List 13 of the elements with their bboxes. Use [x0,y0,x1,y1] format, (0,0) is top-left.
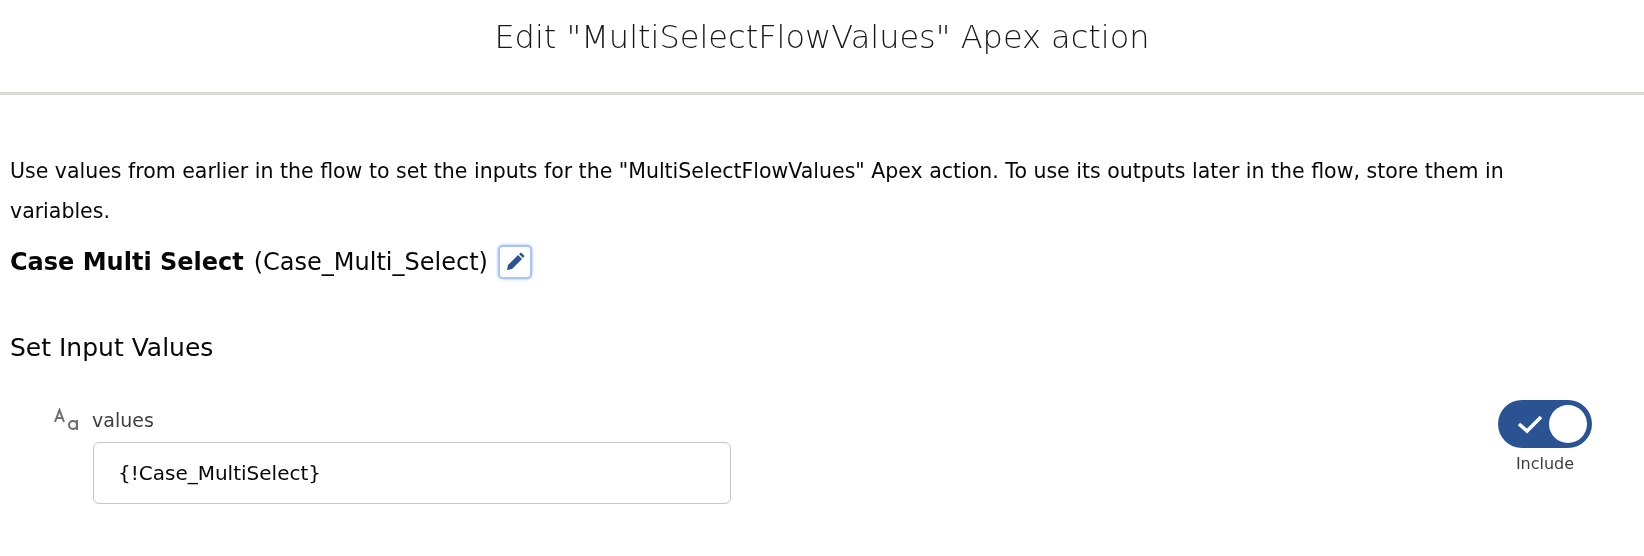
api-name: (Case_Multi_Select) [253,248,488,276]
action-label: Case Multi Select [10,248,244,276]
check-icon [1516,414,1544,434]
edit-button[interactable] [497,245,532,279]
text-type-icon [54,408,80,432]
toggle-label: Include [1515,454,1575,473]
pencil-icon [504,252,525,272]
section-title: Set Input Values [10,333,215,362]
value-field[interactable]: {!Case_MultiSelect} [93,442,731,504]
include-toggle[interactable] [1498,400,1592,448]
modal-title: Edit "MultiSelectFlowValues" Apex action [493,17,1151,58]
field-label: values [92,409,154,431]
description-text: Use values from earlier in the flow to set the inputs for the "MultiSelectFlowValues" Apex action. To use its outputs later in the flow, store them in variables. [10,158,1505,225]
